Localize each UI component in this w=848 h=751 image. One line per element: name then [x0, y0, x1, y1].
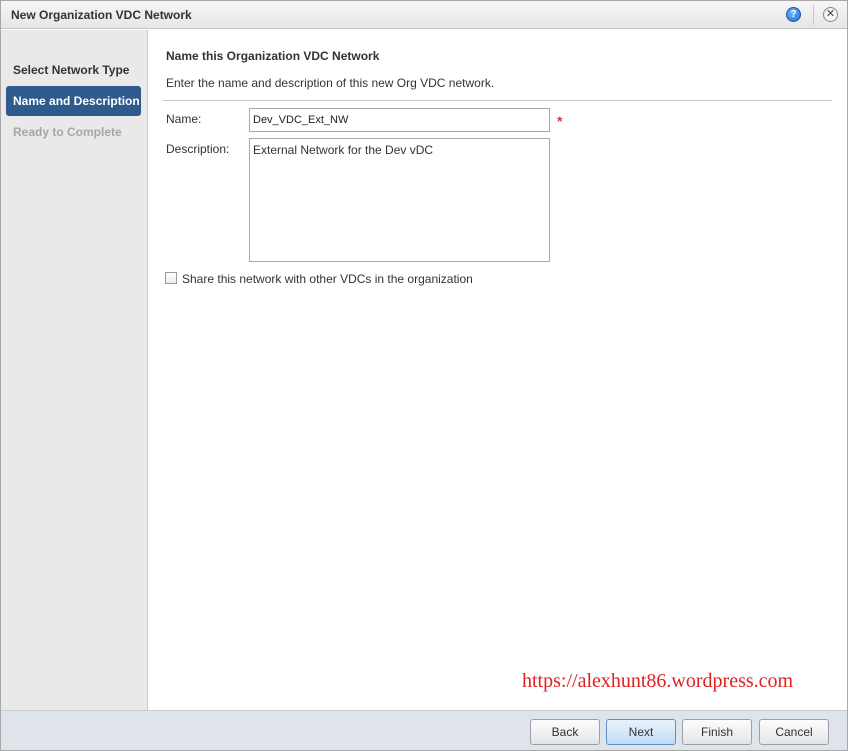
required-marker: * — [557, 113, 563, 129]
name-input[interactable] — [249, 108, 550, 132]
finish-button[interactable]: Finish — [682, 719, 752, 745]
step-name-and-description[interactable]: Name and Description — [6, 86, 141, 116]
share-network-checkbox[interactable] — [165, 272, 177, 284]
section-description: Enter the name and description of this n… — [166, 76, 495, 90]
back-button[interactable]: Back — [530, 719, 600, 745]
section-title: Name this Organization VDC Network — [166, 49, 380, 63]
step-select-network-type[interactable]: Select Network Type — [6, 55, 141, 85]
dialog-footer: Back Next Finish Cancel — [1, 710, 847, 750]
new-org-vdc-network-dialog: New Organization VDC Network ? ✕ Select … — [0, 0, 848, 751]
step-ready-to-complete: Ready to Complete — [13, 125, 122, 139]
cancel-button[interactable]: Cancel — [759, 719, 829, 745]
watermark-text: https://alexhunt86.wordpress.com — [522, 670, 794, 692]
next-button[interactable]: Next — [606, 719, 676, 745]
description-textarea[interactable]: External Network for the Dev vDC — [249, 138, 550, 262]
name-label: Name: — [166, 112, 202, 126]
dialog-title: New Organization VDC Network — [11, 8, 192, 22]
description-label: Description: — [166, 142, 230, 156]
help-icon[interactable]: ? — [786, 7, 801, 22]
wizard-content: Name this Organization VDC Network Enter… — [149, 30, 847, 710]
section-divider — [163, 100, 832, 101]
close-icon[interactable]: ✕ — [823, 7, 838, 22]
title-separator — [813, 5, 814, 25]
wizard-steps-sidebar: Select Network Type Name and Description… — [1, 30, 148, 710]
share-network-label[interactable]: Share this network with other VDCs in th… — [182, 272, 473, 286]
title-bar: New Organization VDC Network ? ✕ — [1, 1, 847, 29]
